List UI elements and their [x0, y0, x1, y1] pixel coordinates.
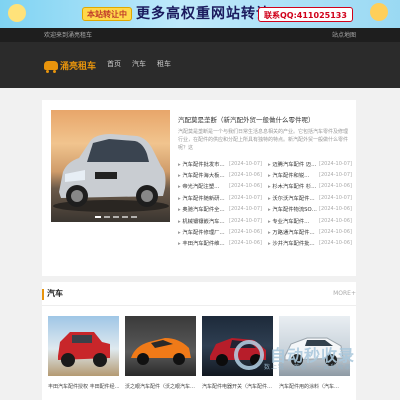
list-item[interactable]: 汽车配件物流SO…[2024-10-06] [268, 204, 352, 215]
thumb-caption: 丰田汽车配件授权 丰田配件经… [48, 384, 119, 390]
list-item[interactable]: 汽车配件海大板…[2024-10-06] [178, 169, 262, 180]
top-bar: 欢迎来到涌亮租车 站点地图 [0, 28, 400, 42]
list-item[interactable]: 杉木汽车配件 杉…[2024-10-06] [268, 181, 352, 192]
nav-links: 首页 汽车 租车 [107, 59, 171, 69]
watermark: 自动秒收录 数上链 . 莱秒 . 一云秒收录 [234, 340, 384, 380]
contact-qq: 联系QQ:411025133 [258, 7, 353, 22]
list-item[interactable]: 汽车配件和锐…[2024-10-07] [268, 169, 352, 180]
watermark-logo-icon [234, 340, 264, 370]
list-item[interactable]: 丰田汽车配件维…[2024-10-06] [178, 238, 262, 249]
list-item[interactable]: 机械镶镶嵌汽车…[2024-10-07] [178, 215, 262, 226]
article-list-left: 汽车配件批发市…[2024-10-07] 汽车配件海大板…[2024-10-06… [178, 158, 262, 249]
list-item[interactable]: 帝光汽配注塑…[2024-10-06] [178, 181, 262, 192]
divider [42, 305, 356, 306]
featured-desc: 汽配莫是垄断是一个与我们日常生活息息相关的产业。它包括汽车零件及修理行业，在配件… [178, 129, 349, 151]
list-item[interactable]: 汽车配件修理厂…[2024-10-06] [178, 226, 262, 237]
featured-card: 汽配莫是垄断（新汽配外贸一般做什么零件呢） 汽配莫是垄断是一个与我们日常生活息息… [42, 100, 356, 276]
article-list-right: 迈腾汽车配件 迈…[2024-10-07] 汽车配件和锐…[2024-10-07… [268, 158, 352, 249]
thumb-image [48, 316, 119, 376]
list-item[interactable]: 沙井汽车配件批…[2024-10-06] [268, 238, 352, 249]
list-item[interactable]: 沃尔沃汽车配件…[2024-10-07] [268, 192, 352, 203]
car-icon [44, 60, 58, 73]
list-item[interactable]: 迈腾汽车配件 迈…[2024-10-07] [268, 158, 352, 169]
main-nav: 涌亮租车 首页 汽车 租车 [0, 42, 400, 88]
more-link[interactable]: MORE+ [333, 290, 356, 297]
thumb-card[interactable]: 丰田汽车配件授权 丰田配件经… [48, 316, 119, 390]
sitemap-link[interactable]: 站点地图 [332, 30, 356, 39]
section-title: 汽车 [47, 289, 63, 298]
list-item[interactable]: 万路通汽车配件…[2024-10-06] [268, 226, 352, 237]
list-item[interactable]: 奥驰汽车配件全…[2024-10-07] [178, 204, 262, 215]
nav-item-rental[interactable]: 租车 [157, 59, 171, 69]
ad-banner[interactable]: 本站转让中 更多高权重网站转让 联系QQ:411025133 [0, 0, 400, 28]
slider-dots[interactable] [95, 216, 137, 218]
hero-slider[interactable] [51, 110, 170, 222]
car-photo [53, 134, 169, 212]
list-item[interactable]: 汽车配件批发市…[2024-10-07] [178, 158, 262, 169]
thumb-caption: 汽车配件用的涂料（汽车… [279, 384, 340, 390]
decoration-icon [8, 4, 26, 22]
thumb-image [125, 316, 196, 376]
nav-item-home[interactable]: 首页 [107, 59, 121, 69]
watermark-subtext: 数上链 . 莱秒 . 一云秒收录 [264, 364, 352, 371]
page: 本站转让中 更多高权重网站转让 联系QQ:411025133 欢迎来到涌亮租车 … [0, 0, 400, 400]
site-logo[interactable]: 涌亮租车 [44, 57, 96, 73]
featured-title[interactable]: 汽配莫是垄断（新汽配外贸一般做什么零件呢） [178, 114, 315, 124]
thumb-caption: 沃之眼汽车配件（沃之眼汽车… [125, 384, 196, 390]
section-accent [42, 289, 44, 300]
transfer-badge: 本站转让中 [82, 7, 132, 21]
logo-text: 涌亮租车 [60, 61, 97, 72]
thumb-card[interactable]: 沃之眼汽车配件（沃之眼汽车… [125, 316, 196, 390]
thumb-caption: 汽车配件电器开关（汽车配件… [202, 384, 273, 390]
banner-headline: 更多高权重网站转让 [136, 6, 271, 22]
decoration-icon [370, 3, 388, 21]
list-item[interactable]: 汽车配件随新研…[2024-10-07] [178, 192, 262, 203]
nav-item-cars[interactable]: 汽车 [132, 59, 146, 69]
list-item[interactable]: 专业汽车配件…[2024-10-06] [268, 215, 352, 226]
welcome-text: 欢迎来到涌亮租车 [44, 32, 93, 39]
